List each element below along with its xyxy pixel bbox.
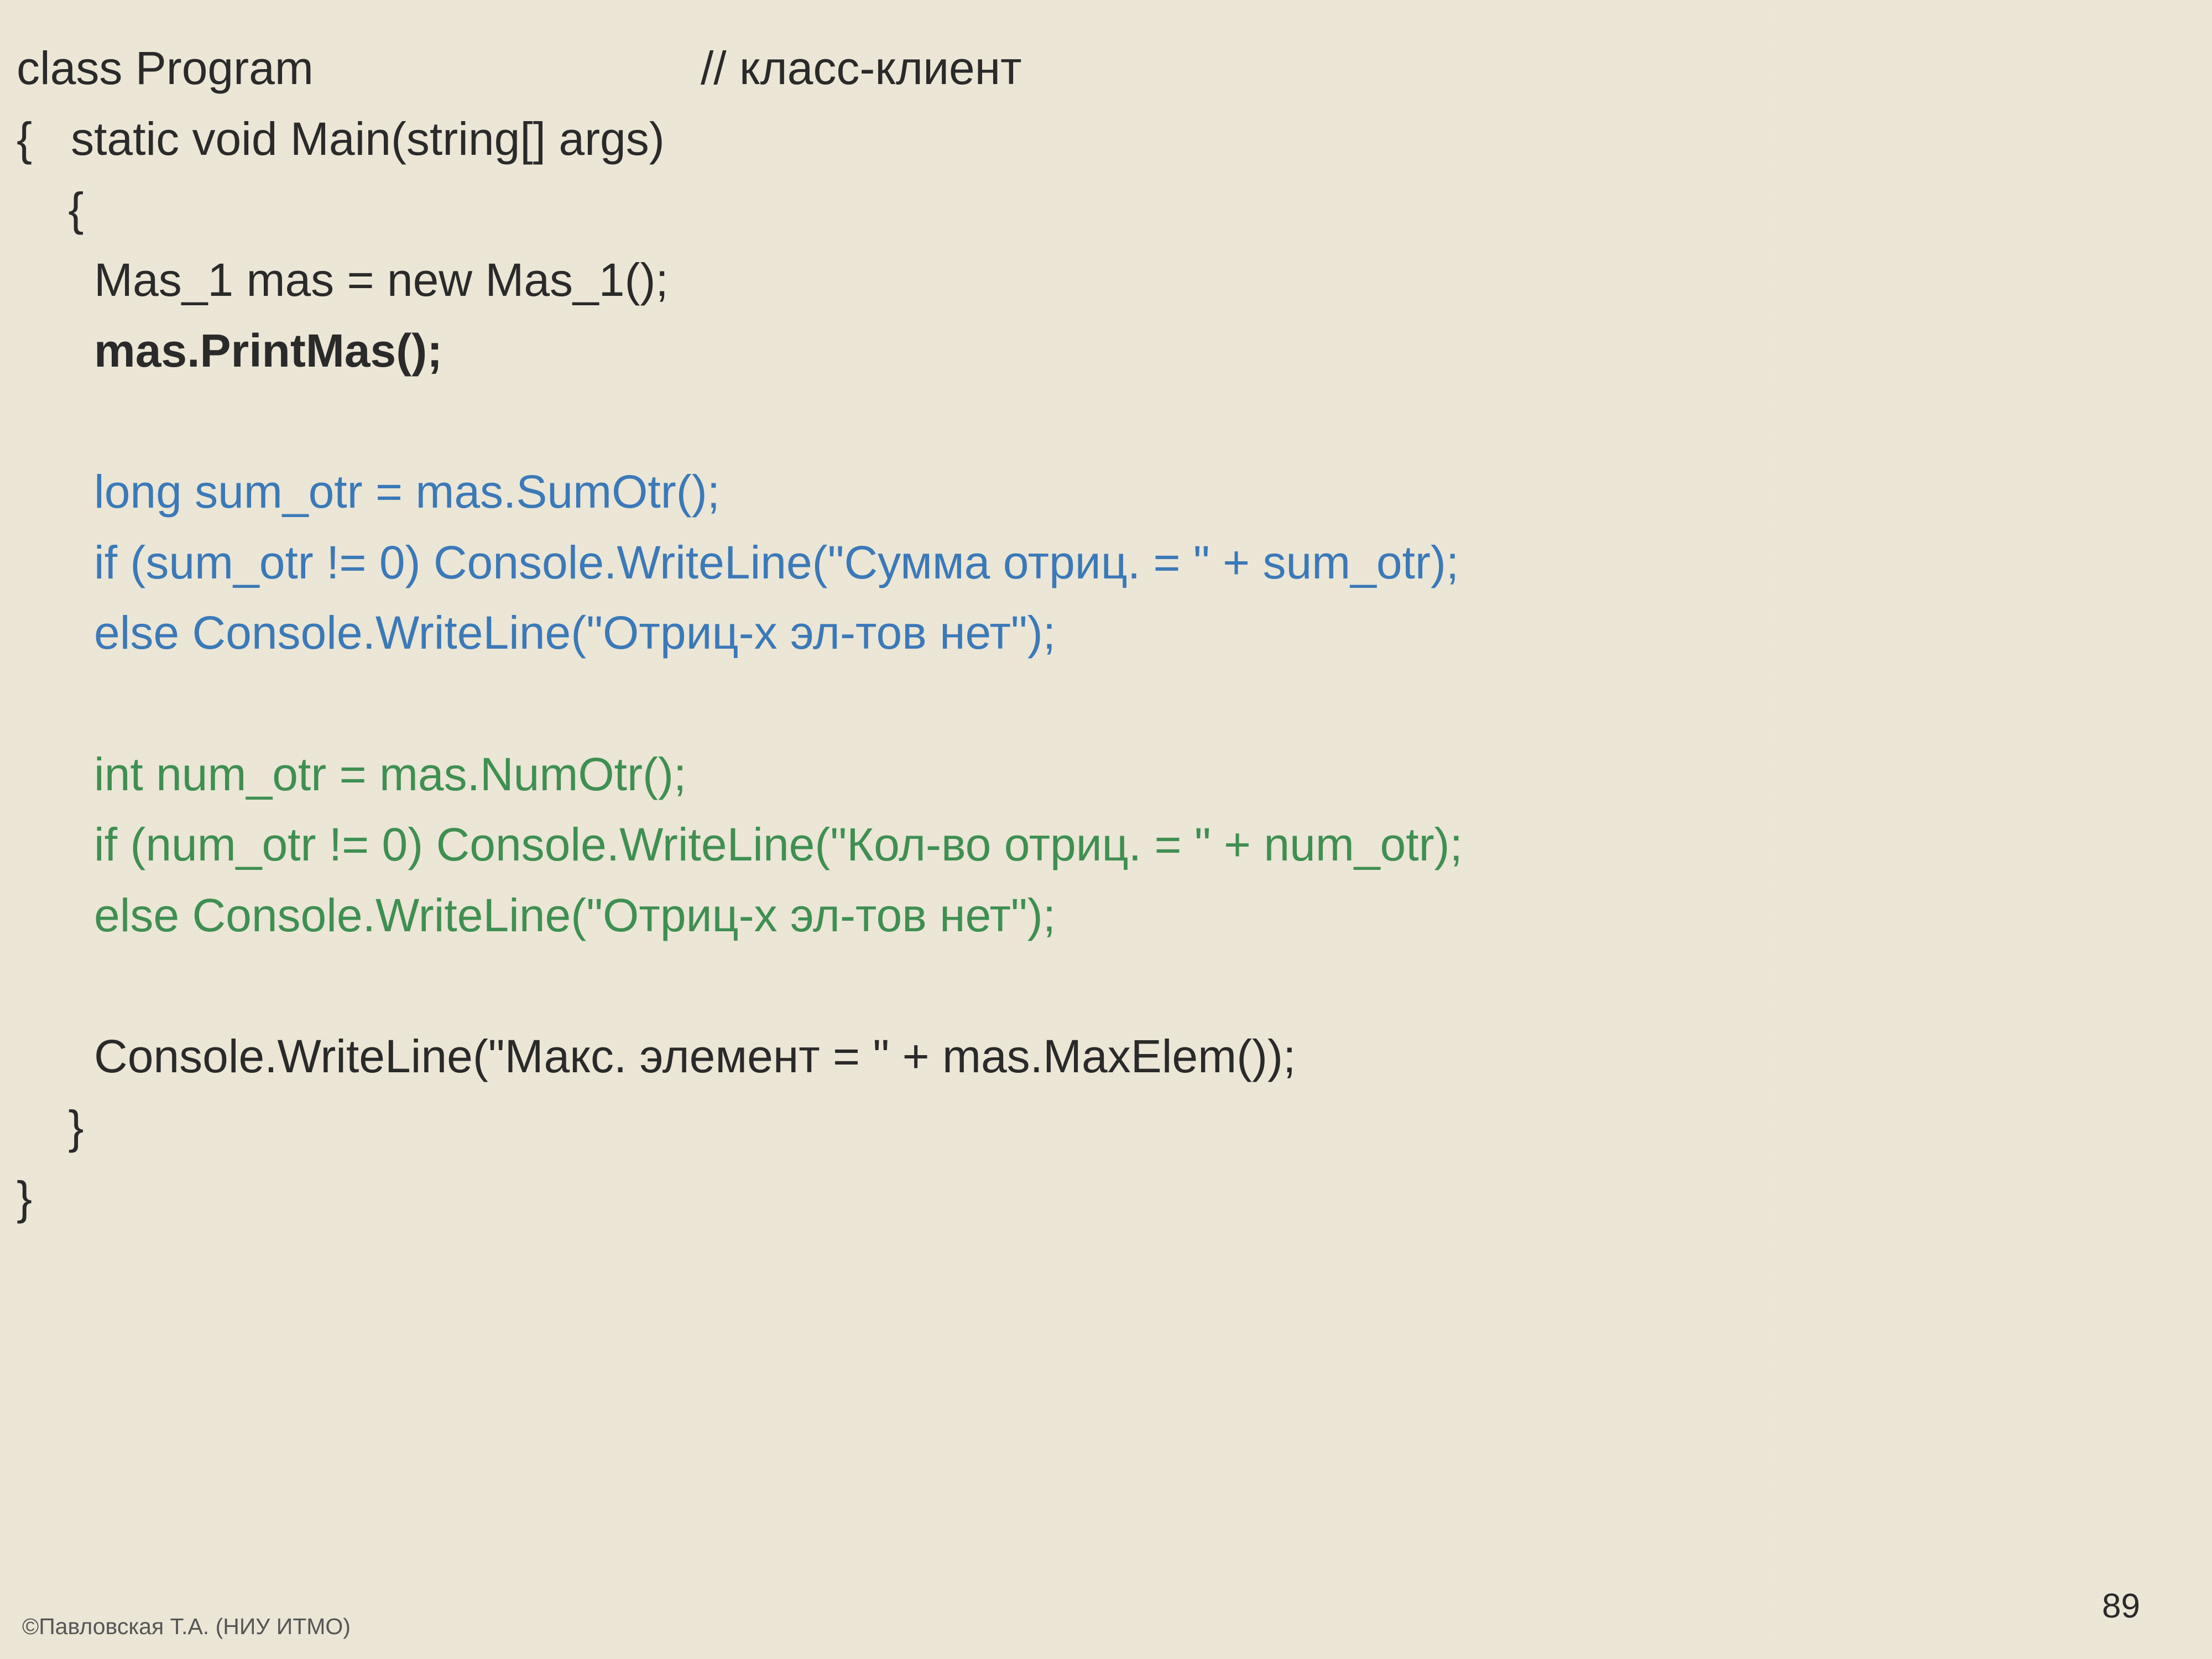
code-line: Mas_1 mas = new Mas_1(); [17, 254, 669, 306]
code-line: if (num_otr != 0) Console.WriteLine("Кол… [17, 818, 1463, 870]
code-line: mas.PrintMas(); [17, 325, 442, 377]
code-line: else Console.WriteLine("Отриц-х эл-тов н… [17, 607, 1056, 659]
code-line: if (sum_otr != 0) Console.WriteLine("Сум… [17, 536, 1459, 588]
code-line: else Console.WriteLine("Отриц-х эл-тов н… [17, 889, 1056, 941]
code-line: } [17, 1172, 32, 1224]
code-line: long sum_otr = mas.SumOtr(); [17, 466, 720, 518]
slide-content: class Program // класс-клиент { static v… [17, 33, 2195, 1233]
code-line: } [17, 1101, 84, 1153]
code-line: Console.WriteLine("Макс. элемент = " + m… [17, 1030, 1296, 1082]
code-line: int num_otr = mas.NumOtr(); [17, 748, 686, 800]
footer-copyright: ©Павловская Т.А. (НИУ ИТМО) [22, 1614, 351, 1640]
page-number: 89 [2102, 1587, 2140, 1626]
code-line: { static void Main(string[] args) [17, 113, 665, 165]
code-line: class Program // класс-клиент [17, 42, 1022, 94]
code-line: { [17, 183, 84, 235]
code-block: class Program // класс-клиент { static v… [17, 33, 2195, 1233]
